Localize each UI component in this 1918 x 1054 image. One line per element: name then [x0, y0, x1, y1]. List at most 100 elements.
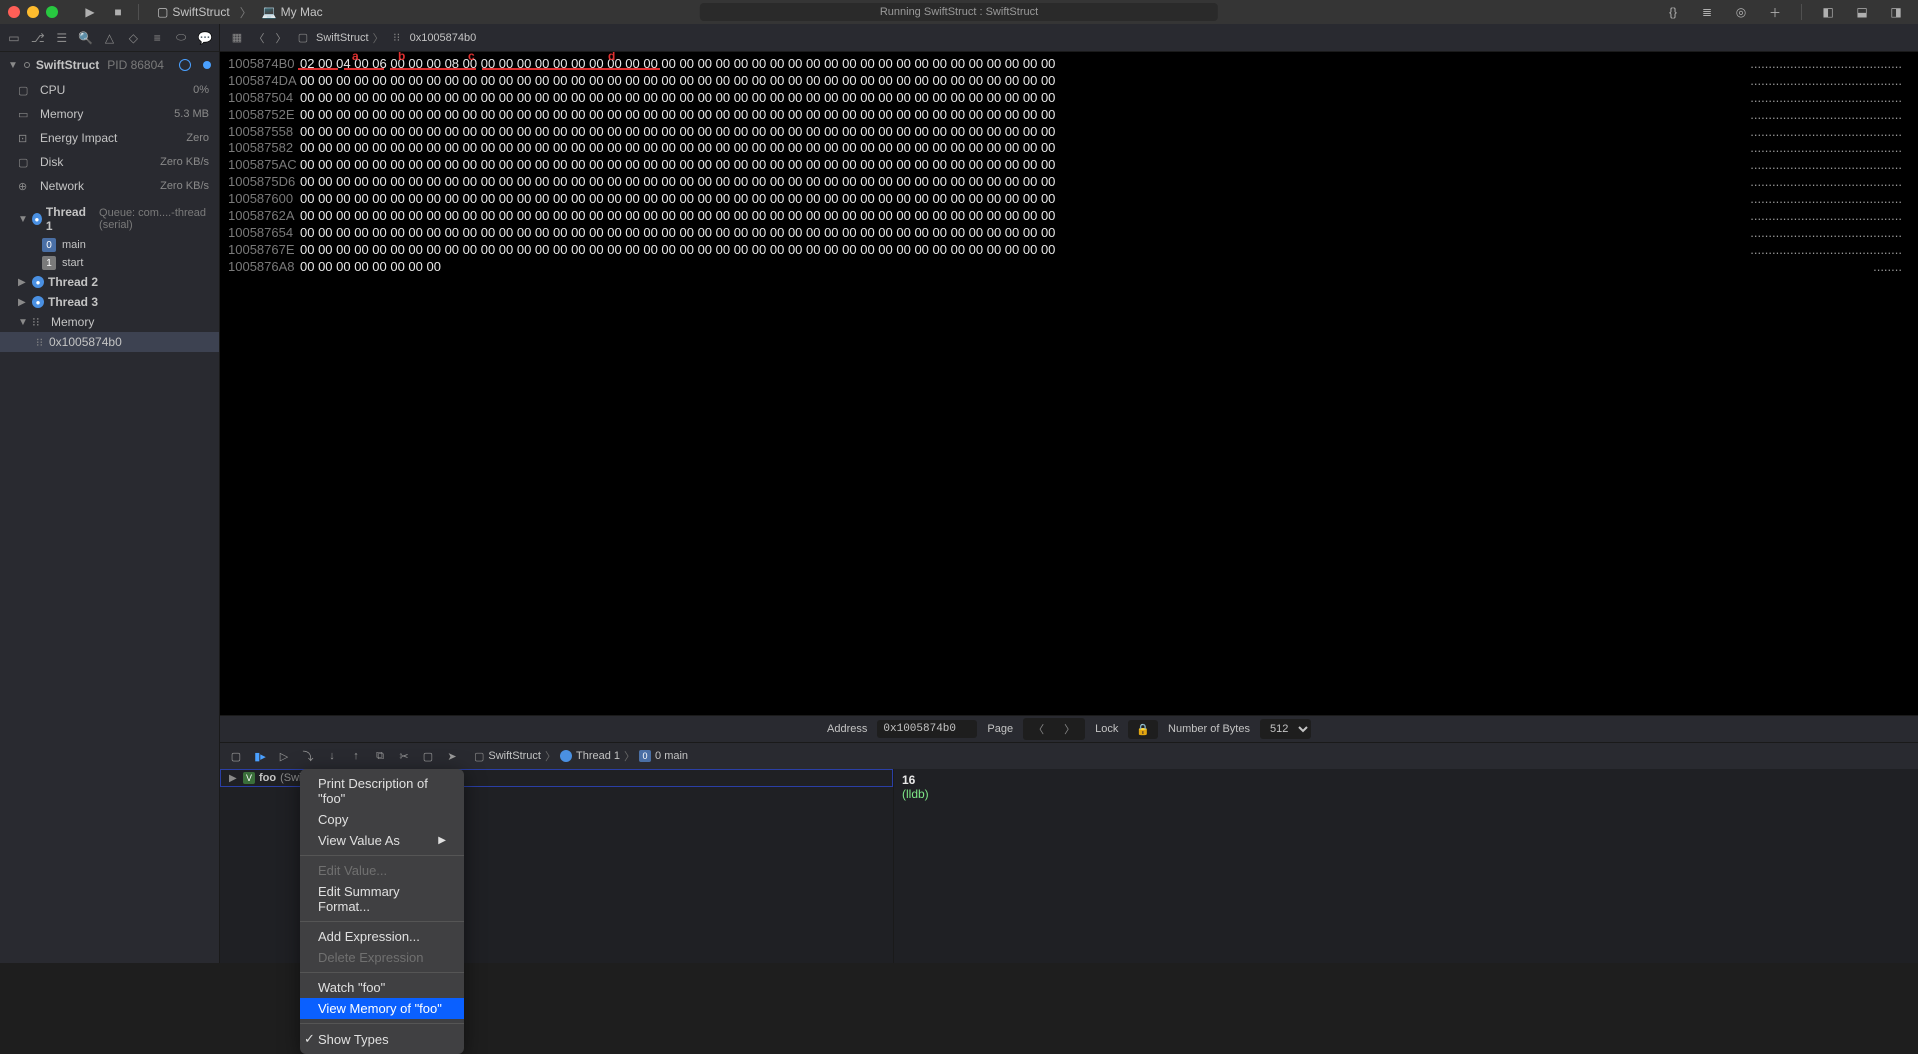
- nav-test-icon[interactable]: ◇: [125, 30, 141, 46]
- thread-3[interactable]: ●Thread 3: [0, 292, 219, 312]
- memory-icon: ▭: [18, 108, 32, 121]
- scheme-destination-label: My Mac: [281, 5, 323, 19]
- breadcrumb-address[interactable]: 0x1005874b0: [410, 32, 477, 44]
- step-out-button[interactable]: ↑: [348, 748, 364, 764]
- process-activity-icon: [179, 59, 191, 71]
- context-menu-item[interactable]: Copy: [300, 809, 464, 830]
- lock-button[interactable]: 🔒: [1128, 720, 1158, 739]
- view-debug-icon[interactable]: ⧉: [372, 748, 388, 764]
- context-menu-item[interactable]: View Memory of "foo": [300, 998, 464, 1019]
- minimize-window-button[interactable]: [27, 6, 39, 18]
- library-icon[interactable]: ≣: [1697, 2, 1717, 22]
- snippets-icon[interactable]: ◎: [1731, 2, 1751, 22]
- context-menu-item[interactable]: View Value As▶: [300, 830, 464, 851]
- thread-1[interactable]: ●Thread 1 Queue: com....-thread (serial): [0, 202, 219, 236]
- thread-icon: ●: [32, 296, 44, 308]
- page-prev-button[interactable]: 〈: [1023, 718, 1054, 740]
- related-items-icon[interactable]: ▦: [228, 31, 246, 44]
- nav-source-control-icon[interactable]: ⎇: [30, 30, 46, 46]
- debug-toolbar: ▢ ▮▸ ▷ ⤵ ↓ ↑ ⧉ ✂ ▢ ➤ ▢ SwiftStruct 〉 Thr…: [220, 743, 1918, 769]
- debug-area: ▶ V foo (SwiftSt... Print Description of…: [220, 769, 1918, 963]
- hex-row: 10058767E00 00 00 00 00 00 00 00 00 00 0…: [228, 242, 1910, 259]
- memory-address-icon: ⁝⁝: [36, 336, 43, 349]
- hex-row: 1005876A800 00 00 00 00 00 00 00........: [228, 259, 1910, 276]
- variables-view[interactable]: ▶ V foo (SwiftSt... Print Description of…: [220, 769, 894, 963]
- editor-area: ▦ 〈 〉 ▢ SwiftStruct 〉 ⁝⁝ 0x1005874b0 a b…: [220, 24, 1918, 963]
- debug-crumb-frame[interactable]: 0 main: [655, 750, 688, 762]
- breadcrumb-project[interactable]: SwiftStruct: [316, 32, 369, 44]
- scheme-selector[interactable]: ▢ SwiftStruct 〉 💻 My Mac: [151, 3, 329, 21]
- lock-label: Lock: [1095, 723, 1118, 735]
- memory-node[interactable]: ▼⁝⁝ Memory: [0, 312, 219, 332]
- console-output: 16: [902, 773, 1910, 787]
- context-menu-item[interactable]: Edit Summary Format...: [300, 881, 464, 917]
- top-toolbar: ▶ ■ ▢ SwiftStruct 〉 💻 My Mac Running Swi…: [0, 0, 1918, 24]
- hex-row: 1005875D600 00 00 00 00 00 00 00 00 00 0…: [228, 174, 1910, 191]
- nav-issue-icon[interactable]: △: [102, 30, 118, 46]
- continue-button[interactable]: ▷: [276, 748, 292, 764]
- separator: [1801, 4, 1802, 20]
- network-icon: ⊕: [18, 180, 32, 193]
- metric-disk[interactable]: ▢DiskZero KB/s: [0, 150, 219, 174]
- stack-frame-main[interactable]: 0main: [0, 236, 219, 254]
- plus-icon[interactable]: ＋: [1765, 2, 1785, 22]
- context-menu-item[interactable]: Watch "foo": [300, 977, 464, 998]
- address-label: Address: [827, 723, 867, 735]
- debug-crumb-project[interactable]: SwiftStruct: [488, 750, 541, 762]
- stack-frame-start[interactable]: 1start: [0, 254, 219, 272]
- metric-energy[interactable]: ⊡Energy ImpactZero: [0, 126, 219, 150]
- metrics-section: ▢CPU0% ▭Memory5.3 MB ⊡Energy ImpactZero …: [0, 78, 219, 198]
- memory-address-item[interactable]: ⁝⁝0x1005874b0: [0, 332, 219, 352]
- nav-symbol-icon[interactable]: ☰: [54, 30, 70, 46]
- nav-folder-icon[interactable]: ▭: [6, 30, 22, 46]
- num-bytes-select[interactable]: 512: [1260, 719, 1311, 739]
- run-button[interactable]: ▶: [80, 2, 100, 22]
- context-menu-item[interactable]: Add Expression...: [300, 926, 464, 947]
- process-row[interactable]: ▼ SwiftStruct PID 86804: [0, 52, 219, 78]
- stop-button[interactable]: ■: [108, 2, 128, 22]
- thread-2[interactable]: ●Thread 2: [0, 272, 219, 292]
- address-field[interactable]: [877, 720, 977, 738]
- hex-row: 1005874B002 00 04 00 06 00 00 00 08 00 0…: [228, 56, 1910, 73]
- disk-icon: ▢: [18, 156, 32, 169]
- step-over-button[interactable]: ⤵: [300, 748, 316, 764]
- toggle-bottom-panel-icon[interactable]: ⬓: [1852, 2, 1872, 22]
- nav-breakpoint-icon[interactable]: ⬭: [173, 30, 189, 46]
- metric-cpu[interactable]: ▢CPU0%: [0, 78, 219, 102]
- back-button[interactable]: 〈: [250, 30, 268, 46]
- context-menu-item: Edit Value...: [300, 860, 464, 881]
- threads-section: ●Thread 1 Queue: com....-thread (serial)…: [0, 202, 219, 352]
- page-next-button[interactable]: 〉: [1054, 718, 1085, 740]
- toggle-right-panel-icon[interactable]: ◨: [1886, 2, 1906, 22]
- forward-button[interactable]: 〉: [272, 30, 290, 46]
- step-into-button[interactable]: ↓: [324, 748, 340, 764]
- hide-debug-area-icon[interactable]: ▢: [228, 748, 244, 764]
- metric-network[interactable]: ⊕NetworkZero KB/s: [0, 174, 219, 198]
- hex-row: 10058760000 00 00 00 00 00 00 00 00 00 0…: [228, 191, 1910, 208]
- hex-row: 10058758200 00 00 00 00 00 00 00 00 00 0…: [228, 140, 1910, 157]
- context-menu-item[interactable]: Print Description of "foo": [300, 773, 464, 809]
- process-status-icon: [203, 61, 211, 69]
- hex-row: 10058765400 00 00 00 00 00 00 00 00 00 0…: [228, 225, 1910, 242]
- memory-hex-view[interactable]: a b c d 1005874B002 00 04 00 06 00 00 00…: [220, 52, 1918, 715]
- code-review-icon[interactable]: {}: [1663, 2, 1683, 22]
- variable-type-icon: V: [243, 772, 255, 784]
- nav-report-icon[interactable]: 💬: [197, 30, 213, 46]
- nav-find-icon[interactable]: 🔍: [78, 30, 94, 46]
- close-window-button[interactable]: [8, 6, 20, 18]
- nav-debug-icon[interactable]: ≡: [149, 30, 165, 46]
- debug-crumb-thread[interactable]: Thread 1: [576, 750, 620, 762]
- process-disclosure-icon: [24, 62, 30, 68]
- location-icon[interactable]: ➤: [444, 748, 460, 764]
- console-view[interactable]: 16 (lldb): [894, 769, 1918, 963]
- debug-navigator: ▭ ⎇ ☰ 🔍 △ ◇ ≡ ⬭ 💬 ▼ SwiftStruct PID 8680…: [0, 24, 220, 963]
- maximize-window-button[interactable]: [46, 6, 58, 18]
- frame-index-icon: 0: [42, 238, 56, 252]
- hex-row: 1005875AC00 00 00 00 00 00 00 00 00 00 0…: [228, 157, 1910, 174]
- memory-graph-icon[interactable]: ✂: [396, 748, 412, 764]
- environment-icon[interactable]: ▢: [420, 748, 436, 764]
- breakpoints-toggle-icon[interactable]: ▮▸: [252, 748, 268, 764]
- context-menu-item[interactable]: ✓Show Types: [300, 1028, 464, 1050]
- metric-memory[interactable]: ▭Memory5.3 MB: [0, 102, 219, 126]
- toggle-left-panel-icon[interactable]: ◧: [1818, 2, 1838, 22]
